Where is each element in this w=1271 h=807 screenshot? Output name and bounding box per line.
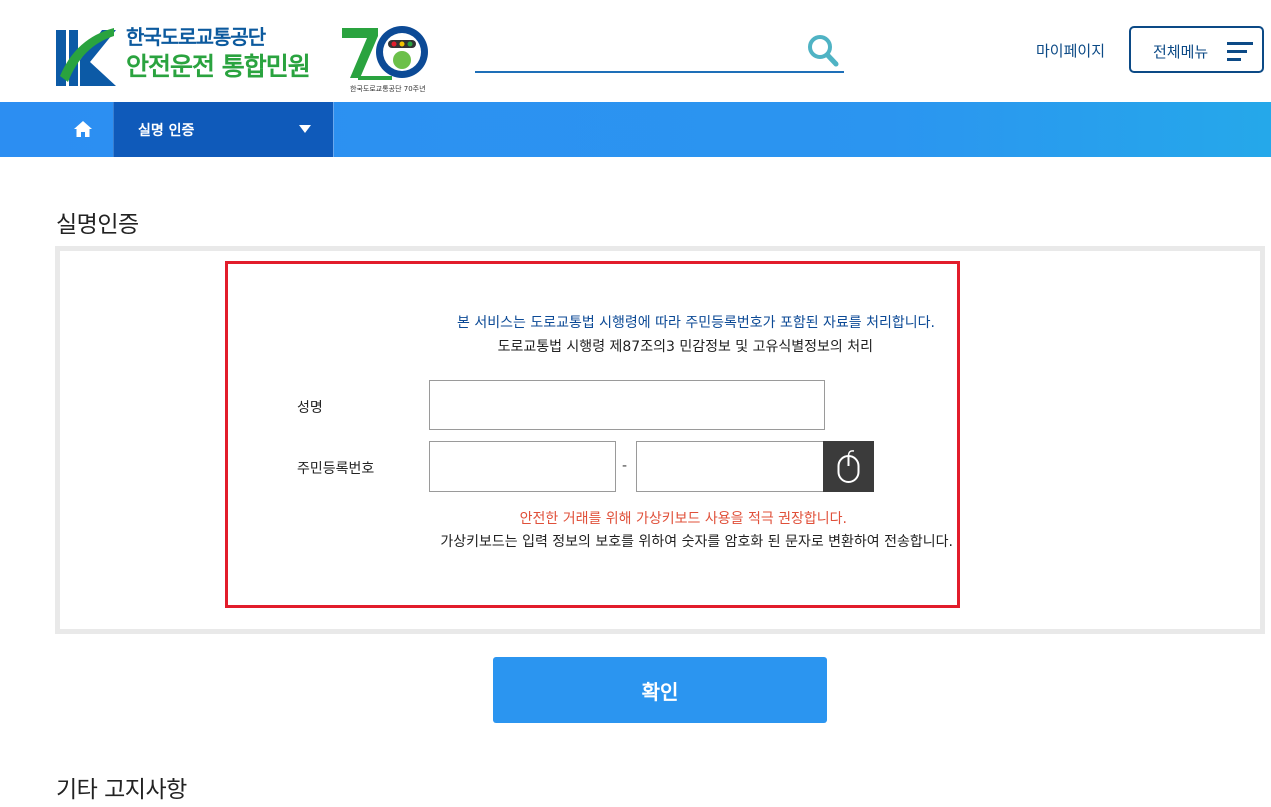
notice-line-1: 본 서비스는 도로교통법 시행령에 따라 주민등록번호가 포함된 자료를 처리합… (457, 315, 935, 331)
anniversary-caption: 한국도로교통공단 70주년 (350, 85, 426, 93)
home-icon (74, 121, 92, 137)
rrn-front-input[interactable] (429, 441, 616, 492)
logo-service-name: 안전운전 통합민원 (126, 52, 311, 81)
all-menu-label: 전체메뉴 (1153, 43, 1209, 61)
logo-org-name: 한국도로교통공단 (126, 25, 266, 49)
search-input[interactable] (475, 32, 795, 68)
koroad-logo-icon[interactable] (56, 26, 116, 88)
page-title: 실명인증 (56, 212, 139, 238)
virtual-keyboard-button[interactable] (823, 441, 874, 492)
nav-menu-label: 실명 인증 (138, 123, 195, 139)
mypage-link[interactable]: 마이페이지 (1036, 40, 1105, 61)
search-icon[interactable] (806, 32, 840, 68)
search-bar (475, 28, 844, 73)
rrn-label: 주민등록번호 (297, 461, 375, 477)
nav-menu-select[interactable]: 실명 인증 (113, 102, 334, 157)
name-label: 성명 (297, 400, 323, 416)
virtual-keyboard-recommendation: 안전한 거래를 위해 가상키보드 사용을 적극 권장합니다. (519, 511, 847, 527)
confirm-button[interactable]: 확인 (493, 657, 827, 723)
all-menu-button[interactable]: 전체메뉴 (1129, 26, 1264, 73)
hamburger-menu-icon (1227, 42, 1253, 61)
mouse-icon (837, 450, 860, 483)
rrn-separator: - (622, 458, 628, 474)
chevron-down-icon (299, 125, 311, 133)
notice-line-2: 도로교통법 시행령 제87조의3 민감정보 및 고유식별정보의 처리 (497, 339, 873, 355)
name-input[interactable] (429, 380, 825, 430)
location-nav-bar: 실명 인증 (0, 102, 1271, 157)
logo-text[interactable]: 한국도로교통공단 안전운전 통합민원 (126, 24, 311, 84)
other-notices-title: 기타 고지사항 (56, 777, 187, 803)
rrn-back-input[interactable] (636, 441, 824, 492)
virtual-keyboard-description: 가상키보드는 입력 정보의 보호를 위하여 숫자를 암호화 된 문자로 변환하여… (440, 534, 953, 550)
home-button[interactable] (54, 102, 114, 157)
site-header: 한국도로교통공단 안전운전 통합민원 한국도로교통공단 70주년 마이페이지 전… (0, 0, 1271, 102)
